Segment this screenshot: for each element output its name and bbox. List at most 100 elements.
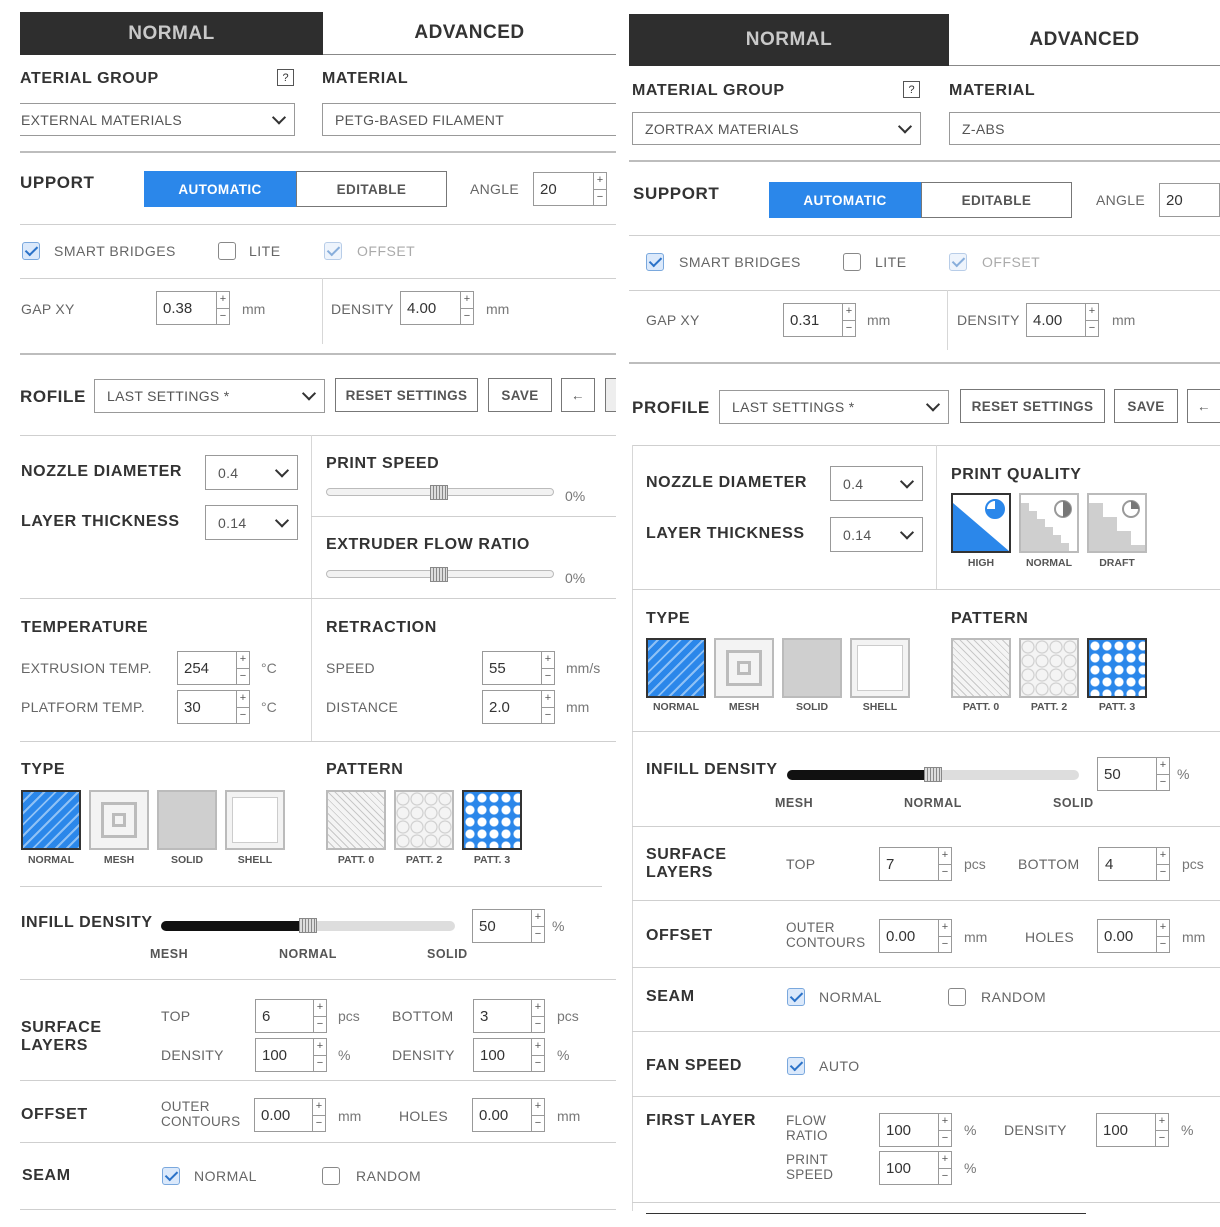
top-input[interactable]: 6 + −: [255, 999, 327, 1033]
lite-checkbox[interactable]: [218, 242, 236, 260]
density-input[interactable]: 4.00 + −: [1026, 303, 1099, 337]
extrusion-temp-stepper[interactable]: + −: [236, 651, 250, 685]
extruder-flow-thumb[interactable]: [430, 567, 448, 582]
quality-draft-tile[interactable]: [1087, 493, 1147, 553]
support-automatic-button[interactable]: AUTOMATIC: [144, 171, 296, 207]
seam-normal-checkbox[interactable]: [787, 988, 805, 1006]
smart-bridges-checkbox[interactable]: [646, 253, 664, 271]
back-arrow-button[interactable]: ←: [1187, 389, 1220, 423]
profile-select[interactable]: LAST SETTINGS *: [94, 379, 325, 413]
gap-xy-input[interactable]: 0.31 + −: [783, 303, 856, 337]
retraction-speed-stepper[interactable]: + −: [541, 651, 555, 685]
extrusion-temp-input[interactable]: 254 + −: [177, 651, 250, 685]
tab-advanced[interactable]: ADVANCED: [323, 12, 616, 55]
seam-normal-checkbox[interactable]: [162, 1167, 180, 1185]
bottom-input[interactable]: 3 + −: [473, 999, 545, 1033]
quality-high-tile[interactable]: [951, 493, 1011, 553]
bottom-density-stepper[interactable]: + −: [531, 1038, 545, 1072]
retraction-speed-input[interactable]: 55 + −: [482, 651, 555, 685]
infill-slider-thumb[interactable]: [299, 918, 317, 933]
top-input[interactable]: 7 + −: [879, 847, 952, 881]
fan-auto-checkbox[interactable]: [787, 1057, 805, 1075]
gap-xy-stepper[interactable]: + −: [842, 303, 856, 337]
material-select[interactable]: PETG-BASED FILAMENT: [322, 103, 616, 136]
top-stepper[interactable]: + −: [938, 847, 952, 881]
tab-normal[interactable]: NORMAL: [629, 14, 949, 66]
pattern-0-tile[interactable]: [326, 790, 386, 850]
retraction-distance-input[interactable]: 2.0 + −: [482, 690, 555, 724]
type-solid-tile[interactable]: [782, 638, 842, 698]
first-layer-density-stepper[interactable]: + −: [1155, 1113, 1169, 1147]
outer-contours-stepper[interactable]: + −: [938, 919, 952, 953]
top-density-input[interactable]: 100 + −: [255, 1038, 327, 1072]
holes-stepper[interactable]: + −: [531, 1098, 545, 1132]
infill-density-input[interactable]: 50 + −: [1097, 757, 1170, 791]
pattern-0-tile[interactable]: [951, 638, 1011, 698]
bottom-stepper[interactable]: + −: [1156, 847, 1170, 881]
bottom-stepper[interactable]: + −: [531, 999, 545, 1033]
platform-temp-input[interactable]: 30 + −: [177, 690, 250, 724]
seam-random-checkbox[interactable]: [948, 988, 966, 1006]
type-mesh-tile[interactable]: [714, 638, 774, 698]
retraction-distance-stepper[interactable]: + −: [541, 690, 555, 724]
gap-xy-stepper[interactable]: + −: [216, 291, 230, 325]
print-speed-stepper[interactable]: + −: [938, 1151, 952, 1185]
type-normal-tile[interactable]: [646, 638, 706, 698]
bottom-density-input[interactable]: 100 + −: [473, 1038, 545, 1072]
type-solid-tile[interactable]: [157, 790, 217, 850]
smart-bridges-checkbox[interactable]: [22, 242, 40, 260]
infill-density-input[interactable]: 50 + −: [472, 909, 545, 943]
support-automatic-button[interactable]: AUTOMATIC: [769, 182, 921, 218]
help-icon[interactable]: ?: [903, 81, 920, 98]
support-editable-button[interactable]: EDITABLE: [921, 182, 1072, 218]
outer-contours-stepper[interactable]: + −: [312, 1098, 326, 1132]
profile-select[interactable]: LAST SETTINGS *: [719, 390, 949, 424]
lite-checkbox[interactable]: [843, 253, 861, 271]
type-mesh-tile[interactable]: [89, 790, 149, 850]
profile-extra-button[interactable]: [605, 378, 616, 412]
material-group-select[interactable]: EXTERNAL MATERIALS: [20, 103, 295, 136]
infill-density-stepper[interactable]: + −: [1156, 757, 1170, 791]
help-icon[interactable]: ?: [277, 69, 294, 86]
flow-ratio-stepper[interactable]: + −: [938, 1113, 952, 1147]
bottom-input[interactable]: 4 + −: [1098, 847, 1170, 881]
support-editable-button[interactable]: EDITABLE: [296, 171, 447, 207]
material-select[interactable]: Z-ABS: [949, 112, 1220, 145]
outer-contours-input[interactable]: 0.00 + −: [254, 1098, 326, 1132]
density-stepper[interactable]: + −: [1085, 303, 1099, 337]
platform-temp-stepper[interactable]: + −: [236, 690, 250, 724]
infill-density-stepper[interactable]: + −: [531, 909, 545, 943]
angle-input[interactable]: 20+−: [533, 172, 607, 206]
top-stepper[interactable]: + −: [313, 999, 327, 1033]
layer-thickness-select[interactable]: 0.14: [205, 505, 298, 540]
flow-ratio-input[interactable]: 100 + −: [879, 1113, 952, 1147]
density-input[interactable]: 4.00 + −: [400, 291, 474, 325]
type-normal-tile[interactable]: [21, 790, 81, 850]
save-button[interactable]: SAVE: [488, 378, 552, 412]
top-density-stepper[interactable]: + −: [313, 1038, 327, 1072]
reset-settings-button[interactable]: RESET SETTINGS: [335, 378, 478, 412]
pattern-3-tile[interactable]: [462, 790, 522, 850]
back-arrow-button[interactable]: ←: [561, 378, 595, 412]
angle-input[interactable]: 20+−: [1159, 183, 1220, 217]
first-layer-density-input[interactable]: 100 + −: [1096, 1113, 1169, 1147]
outer-contours-input[interactable]: 0.00 + −: [879, 919, 952, 953]
density-stepper[interactable]: + −: [460, 291, 474, 325]
holes-stepper[interactable]: + −: [1156, 919, 1170, 953]
reset-settings-button[interactable]: RESET SETTINGS: [960, 389, 1105, 423]
nozzle-diameter-select[interactable]: 0.4: [830, 466, 923, 501]
nozzle-diameter-select[interactable]: 0.4: [205, 455, 298, 490]
tab-normal[interactable]: NORMAL: [20, 12, 323, 55]
pattern-2-tile[interactable]: [394, 790, 454, 850]
quality-normal-tile[interactable]: [1019, 493, 1079, 553]
save-button[interactable]: SAVE: [1114, 389, 1178, 423]
seam-random-checkbox[interactable]: [322, 1167, 340, 1185]
print-speed-thumb[interactable]: [430, 485, 448, 500]
pattern-2-tile[interactable]: [1019, 638, 1079, 698]
print-speed-input[interactable]: 100 + −: [879, 1151, 952, 1185]
holes-input[interactable]: 0.00 + −: [472, 1098, 545, 1132]
infill-slider-thumb[interactable]: [924, 767, 942, 782]
holes-input[interactable]: 0.00 + −: [1097, 919, 1170, 953]
layer-thickness-select[interactable]: 0.14: [830, 517, 923, 552]
pattern-3-tile[interactable]: [1087, 638, 1147, 698]
